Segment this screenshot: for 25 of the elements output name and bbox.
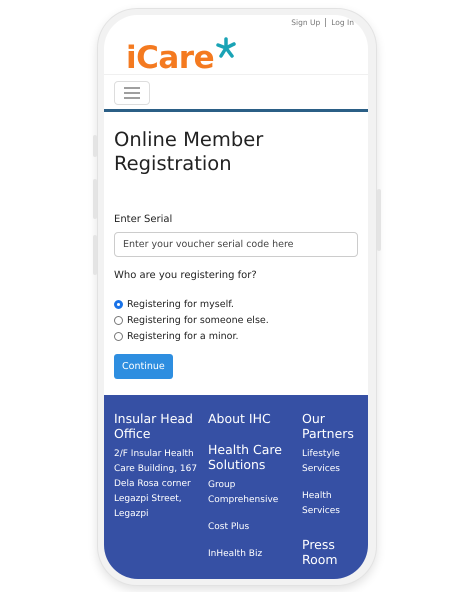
footer-heading: Insular Head Office (114, 411, 194, 441)
option-label: Registering for myself. (127, 298, 234, 310)
footer-heading: Our Partners (302, 411, 355, 441)
logo-text: iCare (126, 41, 214, 75)
footer-link[interactable]: Group Comprehensive (208, 478, 294, 508)
radio-button[interactable] (114, 332, 123, 340)
asterisk-icon (215, 37, 238, 59)
menu-icon (124, 87, 140, 99)
option-label: Registering for a minor. (127, 330, 239, 342)
footer-link[interactable]: InHealth Biz (208, 547, 294, 562)
footer-link[interactable]: Cost Plus (208, 520, 294, 535)
footer-link[interactable]: Health Services (302, 489, 360, 519)
radio-button[interactable] (114, 300, 123, 308)
page-title: Online Member Registration (114, 128, 264, 176)
radio-button[interactable] (114, 316, 123, 324)
menu-button[interactable] (114, 81, 150, 105)
footer-link[interactable]: Lifestyle Services (302, 447, 360, 477)
footer-heading: Health Care Solutions (208, 442, 283, 472)
question-text: Who are you registering for? (114, 270, 258, 281)
serial-input[interactable]: Enter your voucher serial code here (114, 232, 358, 257)
footer-heading: Press Room (302, 537, 339, 567)
address-text: 2/F Insular Health Care Building, 167 Dela Rosa corner Legazpi Street, Legazpi (114, 448, 198, 521)
footer-heading: About IHC (208, 411, 272, 426)
option-label: Registering for someone else. (127, 314, 269, 326)
field-label: Enter Serial (114, 214, 174, 225)
